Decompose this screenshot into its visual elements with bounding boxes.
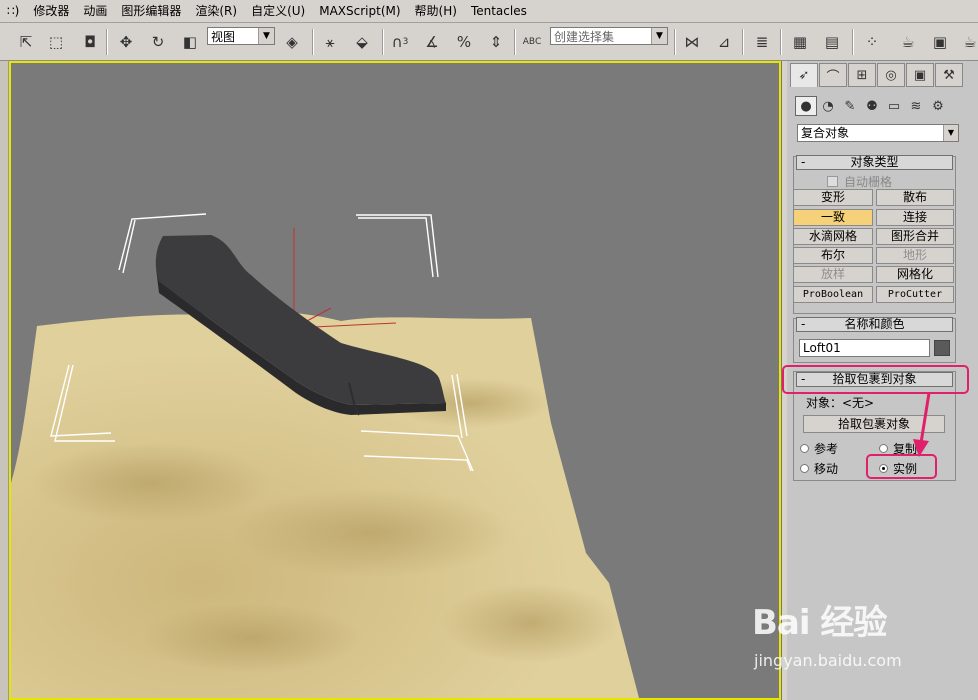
select-by-name-icon[interactable]: ⇱ xyxy=(14,30,38,54)
render-setup-icon[interactable]: ☕ xyxy=(896,30,920,54)
chevron-down-icon: ▼ xyxy=(943,125,958,141)
scene-canvas xyxy=(11,213,639,698)
mirror-icon[interactable]: ⋈ xyxy=(680,30,704,54)
main-toolbar: ⇱ ⬚ ◘ ✥ ↻ ◧ 视图 ▼ ◈ ⚹ ⬙ ∩ 3 ∡ % ⇕ ABC 创建选择… xyxy=(0,23,978,61)
lights-icon[interactable]: ✎ xyxy=(839,96,861,116)
menu-item-edit[interactable]: ∷) xyxy=(0,0,26,22)
radio-move[interactable]: 移动 xyxy=(800,460,838,477)
scale-icon[interactable]: ◧ xyxy=(178,30,202,54)
radio-reference[interactable]: 参考 xyxy=(800,440,838,457)
menu-item-help[interactable]: 帮助(H) xyxy=(408,0,464,22)
menu-item-customize[interactable]: 自定义(U) xyxy=(244,0,312,22)
object-name-field[interactable]: Loft01 xyxy=(799,339,930,357)
loft-button[interactable]: 放样 xyxy=(793,266,873,283)
command-panel-tabs: ➶ ⌒ ⊞ ◎ ▣ ⚒ xyxy=(790,63,975,89)
hierarchy-tab-icon[interactable]: ⊞ xyxy=(848,63,876,87)
menu-item-tentacles[interactable]: Tentacles xyxy=(464,0,534,22)
mesher-button[interactable]: 网格化 xyxy=(876,266,954,283)
space-warps-icon[interactable]: ≋ xyxy=(905,96,927,116)
shapemerge-button[interactable]: 图形合并 xyxy=(876,228,954,245)
systems-icon[interactable]: ⚙ xyxy=(927,96,949,116)
select-manipulate-icon[interactable]: ⚹ xyxy=(318,30,342,54)
watermark-url: jingyan.baidu.com xyxy=(754,651,902,670)
baidu-watermark: Bai 经验 jingyan.baidu.com xyxy=(752,595,974,685)
helpers-icon[interactable]: ▭ xyxy=(883,96,905,116)
display-tab-icon[interactable]: ▣ xyxy=(906,63,934,87)
menu-item-maxscript[interactable]: MAXScript(M) xyxy=(312,0,407,22)
named-selection-sets[interactable]: 创建选择集 ▼ xyxy=(550,27,668,45)
keyboard-shortcut-icon[interactable]: ⬙ xyxy=(350,30,374,54)
auto-grid-checkbox[interactable]: 自动栅格 xyxy=(827,173,892,190)
reference-coord-select[interactable]: 视图 ▼ xyxy=(207,27,275,45)
pivot-center-icon[interactable]: ◈ xyxy=(280,30,304,54)
edit-named-selection-icon[interactable]: ABC xyxy=(520,30,544,54)
procutter-button[interactable]: ProCutter xyxy=(876,286,954,303)
scatter-button[interactable]: 散布 xyxy=(876,189,954,206)
perspective-viewport[interactable] xyxy=(9,61,781,700)
boolean-button[interactable]: 布尔 xyxy=(793,247,873,264)
name-color-header[interactable]: - 名称和颜色 xyxy=(796,317,953,332)
menu-item-graph-editors[interactable]: 图形编辑器 xyxy=(114,0,188,22)
morph-button[interactable]: 变形 xyxy=(793,189,873,206)
menu-item-rendering[interactable]: 渲染(R) xyxy=(188,0,244,22)
annotation-arrow-icon xyxy=(913,392,931,457)
create-category-row: ● ◔ ✎ ⚉ ▭ ≋ ⚙ xyxy=(795,96,970,118)
cameras-icon[interactable]: ⚉ xyxy=(861,96,883,116)
menu-bar: ∷) 修改器 动画 图形编辑器 渲染(R) 自定义(U) MAXScript(M… xyxy=(0,0,978,23)
terrain-button[interactable]: 地形 xyxy=(876,247,954,264)
conform-button[interactable]: 一致 xyxy=(793,209,873,226)
modify-tab-icon[interactable]: ⌒ xyxy=(819,63,847,87)
blobmesh-button[interactable]: 水滴网格 xyxy=(793,228,873,245)
rotate-icon[interactable]: ↻ xyxy=(146,30,170,54)
align-icon[interactable]: ⊿ xyxy=(712,30,736,54)
proboolean-button[interactable]: ProBoolean xyxy=(793,286,873,303)
motion-tab-icon[interactable]: ◎ xyxy=(877,63,905,87)
curve-editor-icon[interactable]: ▦ xyxy=(788,30,812,54)
angle-snap-icon[interactable]: ∡ xyxy=(420,30,444,54)
viewport-left-strip xyxy=(0,61,9,700)
highlight-pick-wrap xyxy=(782,365,969,394)
baidu-logo: Bai 经验 xyxy=(752,603,887,643)
geometry-icon[interactable]: ● xyxy=(795,96,817,116)
connect-button[interactable]: 连接 xyxy=(876,209,954,226)
utilities-tab-icon[interactable]: ⚒ xyxy=(935,63,963,87)
move-icon[interactable]: ✥ xyxy=(114,30,138,54)
create-tab-icon[interactable]: ➶ xyxy=(790,63,818,87)
spinner-snap-icon[interactable]: ⇕ xyxy=(484,30,508,54)
object-type-header[interactable]: - 对象类型 xyxy=(796,155,953,170)
object-category-dropdown[interactable]: 复合对象 ▼ xyxy=(797,124,959,142)
quick-render-icon[interactable]: ☕ xyxy=(958,30,978,54)
schematic-view-icon[interactable]: ▤ xyxy=(820,30,844,54)
layer-manager-icon[interactable]: ≣ xyxy=(750,30,774,54)
shapes-icon[interactable]: ◔ xyxy=(817,96,839,116)
transform-gizmo xyxy=(293,228,397,329)
rendered-frame-icon[interactable]: ▣ xyxy=(928,30,952,54)
percent-snap-icon[interactable]: % xyxy=(452,30,476,54)
window-crossing-icon[interactable]: ◘ xyxy=(78,30,102,54)
chevron-down-icon: ▼ xyxy=(258,28,274,44)
material-editor-icon[interactable]: ⁘ xyxy=(860,30,884,54)
rect-selection-icon[interactable]: ⬚ xyxy=(44,30,68,54)
wrap-object-label: 对象：<无> xyxy=(806,396,875,410)
menu-item-animation[interactable]: 动画 xyxy=(76,0,114,22)
snap-toggle-icon[interactable]: ∩ 3 xyxy=(388,30,412,54)
menu-item-modifiers[interactable]: 修改器 xyxy=(26,0,76,22)
chevron-down-icon: ▼ xyxy=(651,28,667,44)
object-color-swatch[interactable] xyxy=(934,340,950,356)
